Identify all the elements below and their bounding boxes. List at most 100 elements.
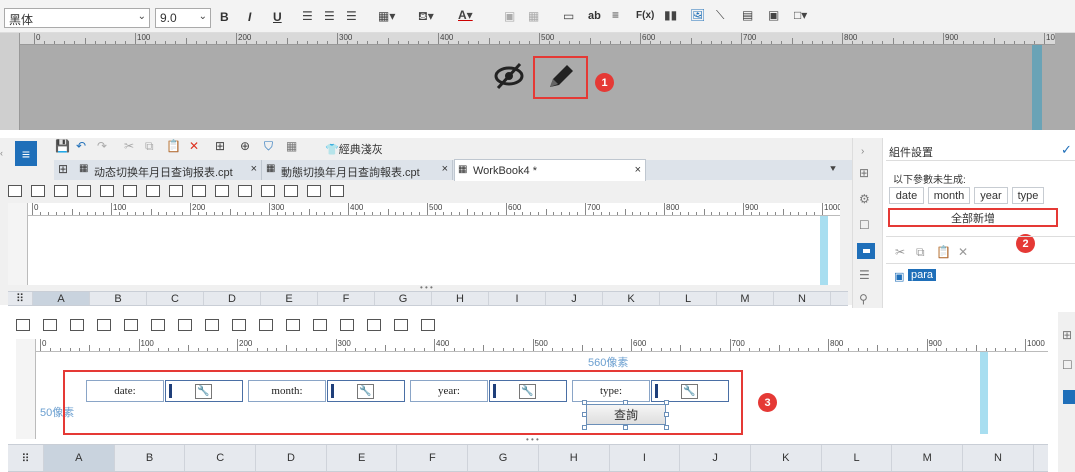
tab-2-close[interactable]: ×: [442, 163, 448, 175]
calendar-widget-icon[interactable]: [151, 319, 165, 331]
hyperlink-icon[interactable]: ⚲: [859, 292, 868, 306]
selection-handle[interactable]: [664, 412, 669, 417]
float-element-icon[interactable]: ☐: [859, 218, 870, 232]
font-size-select[interactable]: 9.0 ⌄: [155, 8, 211, 28]
column-header[interactable]: H: [539, 445, 610, 471]
number-widget-icon[interactable]: [146, 185, 160, 197]
check-icon[interactable]: ✓: [1061, 142, 1072, 158]
underline-button[interactable]: U: [273, 10, 282, 24]
widget-settings-icon[interactable]: [1063, 390, 1075, 404]
column-header[interactable]: M: [717, 292, 774, 305]
cell-border-icon[interactable]: □▾: [794, 8, 807, 22]
param-date-button[interactable]: date: [889, 187, 924, 204]
tree-widget-icon[interactable]: [238, 185, 252, 197]
date-picker-widget-icon[interactable]: [124, 319, 138, 331]
cut-icon[interactable]: ✂: [124, 139, 134, 153]
expand-right-icon[interactable]: ›: [861, 146, 864, 157]
checkbox-widget-icon[interactable]: [340, 319, 354, 331]
column-header[interactable]: K: [603, 292, 660, 305]
column-header[interactable]: G: [375, 292, 432, 305]
param-type-button[interactable]: type: [1012, 187, 1044, 204]
column-header[interactable]: E: [261, 292, 318, 305]
column-header[interactable]: D: [256, 445, 327, 471]
align-left-icon[interactable]: ☰: [302, 9, 313, 23]
designer-canvas[interactable]: [28, 216, 840, 285]
insert-slash-icon[interactable]: ⟍: [716, 8, 724, 23]
insert-widget-icon[interactable]: ▣: [768, 8, 779, 22]
paste-icon[interactable]: 📋: [166, 139, 181, 153]
wrench-icon[interactable]: 🔧: [681, 384, 698, 399]
number-widget-icon[interactable]: [178, 319, 192, 331]
frame-widget-icon[interactable]: [330, 185, 344, 197]
column-header[interactable]: J: [680, 445, 751, 471]
label-widget-icon[interactable]: [31, 185, 45, 197]
split-cells-icon[interactable]: ▦: [528, 9, 539, 23]
wrench-icon[interactable]: 🔧: [519, 384, 536, 399]
column-header[interactable]: J: [546, 292, 603, 305]
selection-handle[interactable]: [582, 412, 587, 417]
select-all-corner[interactable]: ⠿: [8, 445, 44, 471]
frame-widget-icon[interactable]: [394, 319, 408, 331]
tab-list-icon[interactable]: ⯆: [829, 164, 837, 175]
text-field-widget-icon[interactable]: [16, 319, 30, 331]
column-header[interactable]: I: [489, 292, 546, 305]
selection-handle[interactable]: [623, 400, 628, 405]
calendar-widget-icon[interactable]: [123, 185, 137, 197]
query-button[interactable]: 查詢: [586, 404, 666, 425]
column-header[interactable]: D: [204, 292, 261, 305]
align-center-icon[interactable]: ☰: [324, 9, 335, 23]
filter-icon[interactable]: ⛉: [264, 139, 273, 154]
param-month-button[interactable]: month: [928, 187, 970, 204]
selection-handle[interactable]: [664, 425, 669, 430]
copy-icon[interactable]: ⧉: [916, 245, 925, 260]
layout-widget-icon[interactable]: [421, 319, 435, 331]
column-header[interactable]: L: [660, 292, 717, 305]
tab-1[interactable]: ▦ 动态切换年月日查询报表.cpt ×: [76, 160, 262, 180]
date-picker-widget-icon[interactable]: [100, 185, 114, 197]
button-widget-icon[interactable]: [54, 185, 68, 197]
column-header[interactable]: A: [44, 445, 115, 471]
condition-attr-icon[interactable]: ☰: [859, 268, 870, 282]
delete-icon[interactable]: ✕: [189, 139, 199, 153]
save-icon[interactable]: 💾: [55, 139, 70, 153]
insert-image-icon[interactable]: 🖼: [690, 8, 705, 22]
column-header[interactable]: C: [147, 292, 204, 305]
radio-group-widget-icon[interactable]: [192, 185, 206, 197]
column-header[interactable]: F: [318, 292, 375, 305]
redo-icon[interactable]: ↷: [97, 139, 107, 153]
column-header[interactable]: N: [774, 292, 831, 305]
type-editor[interactable]: 🔧: [651, 380, 729, 402]
button-widget-icon[interactable]: [70, 319, 84, 331]
insert-chart-icon[interactable]: ▮▮: [664, 8, 677, 22]
textarea-widget-icon[interactable]: [169, 185, 183, 197]
add-all-button[interactable]: 全部新增: [888, 208, 1058, 227]
column-header[interactable]: K: [751, 445, 822, 471]
tab-3-close[interactable]: ×: [635, 164, 641, 176]
select-all-corner[interactable]: ⠿: [8, 292, 33, 305]
radio-group-widget-icon[interactable]: [232, 319, 246, 331]
para-node-label[interactable]: para: [908, 269, 937, 281]
web-icon[interactable]: ⊕: [240, 139, 250, 153]
column-header[interactable]: I: [610, 445, 681, 471]
cell-element-icon[interactable]: ⊞: [859, 166, 869, 180]
insert-richtext-icon[interactable]: ≡: [612, 8, 619, 22]
date-editor[interactable]: 🔧: [165, 380, 243, 402]
paste-icon[interactable]: 📋: [936, 245, 951, 259]
grid-icon[interactable]: ▦: [286, 139, 297, 153]
bold-button[interactable]: B: [220, 10, 229, 24]
checkbox-widget-icon[interactable]: [284, 185, 298, 197]
font-color-icon[interactable]: A▾: [458, 8, 473, 22]
tab-1-close[interactable]: ×: [251, 163, 257, 175]
textarea-widget-icon[interactable]: [205, 319, 219, 331]
selection-handle[interactable]: [623, 425, 628, 430]
copy-icon[interactable]: ⧉: [145, 139, 154, 154]
column-header[interactable]: F: [398, 445, 469, 471]
column-header[interactable]: A: [33, 292, 90, 305]
range-widget-icon[interactable]: [261, 185, 275, 197]
column-header[interactable]: B: [90, 292, 147, 305]
selection-handle[interactable]: [582, 425, 587, 430]
month-editor[interactable]: 🔧: [327, 380, 405, 402]
text-field-widget-icon[interactable]: [8, 185, 22, 197]
wrench-icon[interactable]: 🔧: [195, 384, 212, 399]
widget-settings-icon[interactable]: [857, 243, 875, 259]
